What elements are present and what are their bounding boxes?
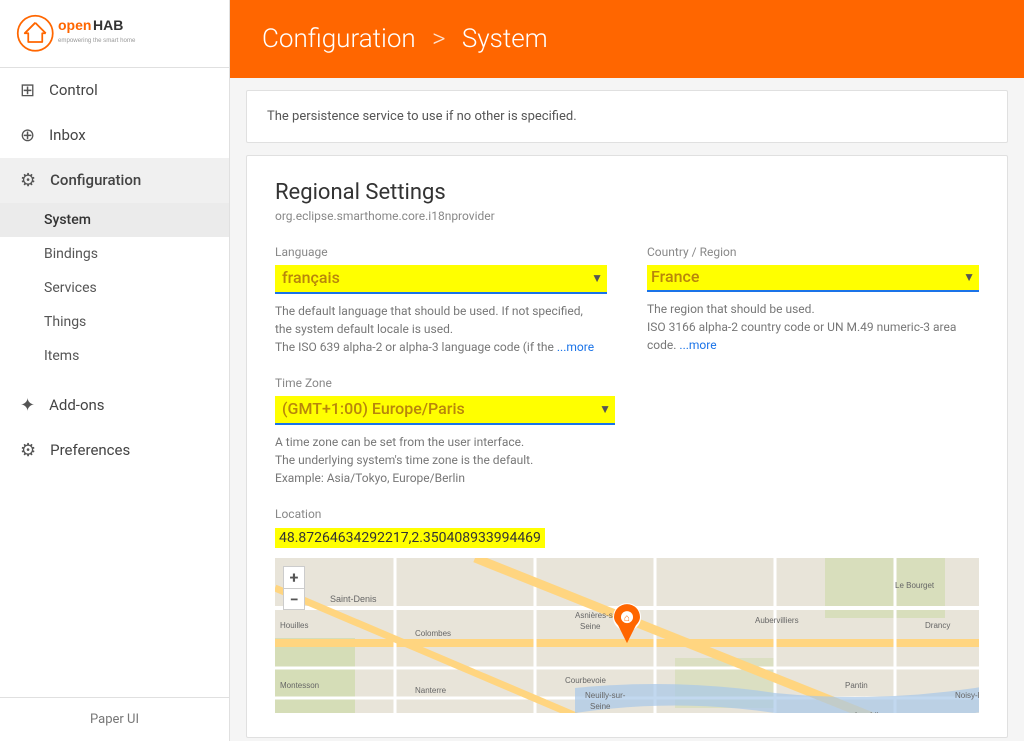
sidebar-item-preferences[interactable]: ⚙ Preferences (0, 428, 229, 473)
sidebar-item-inbox-label: Inbox (49, 126, 86, 144)
persistence-card: The persistence service to use if no oth… (246, 90, 1008, 143)
regional-section: Regional Settings org.eclipse.smarthome.… (247, 156, 1007, 737)
country-col: Country / Region France ▼ The region tha… (647, 245, 979, 356)
map-zoom-controls: + − (283, 566, 305, 610)
map-container: Saint-Denis Le Bourget Aulnay-sous- Bois… (275, 558, 979, 713)
timezone-dropdown-arrow[interactable]: ▼ (599, 402, 611, 416)
preferences-icon: ⚙ (20, 440, 36, 461)
language-desc: The default language that should be used… (275, 302, 607, 356)
sidebar-item-control-label: Control (49, 81, 98, 99)
configuration-icon: ⚙ (20, 170, 36, 191)
sidebar-subitem-services[interactable]: Services (0, 271, 229, 305)
breadcrumb-root: Configuration (262, 24, 416, 54)
main-panel: Configuration > System The persistence s… (230, 0, 1024, 741)
language-label: Language (275, 245, 607, 259)
svg-text:empowering the smart home: empowering the smart home (58, 37, 136, 44)
location-value: 48.87264634292217,2.350408933994469 (275, 528, 545, 548)
timezone-label: Time Zone (275, 376, 979, 390)
country-label: Country / Region (647, 245, 979, 259)
sidebar-subitem-items-label: Items (44, 348, 79, 364)
timezone-select[interactable]: (GMT+1:00) Europe/Paris ▼ (275, 396, 615, 425)
country-dropdown-arrow[interactable]: ▼ (963, 270, 975, 284)
sidebar-item-preferences-label: Preferences (50, 441, 130, 459)
sidebar-footer: Paper UI (0, 697, 229, 741)
page-header: Configuration > System (230, 0, 1024, 78)
sidebar-item-configuration[interactable]: ⚙ Configuration (0, 158, 229, 203)
svg-text:Courbevoie: Courbevoie (565, 676, 606, 685)
svg-text:HAB: HAB (93, 17, 123, 33)
sidebar-subitem-bindings[interactable]: Bindings (0, 237, 229, 271)
timezone-value: (GMT+1:00) Europe/Paris (279, 398, 593, 419)
timezone-desc: A time zone can be set from the user int… (275, 433, 979, 487)
language-more-link[interactable]: ...more (557, 340, 594, 354)
language-value: français (279, 267, 591, 288)
country-more-link[interactable]: ...more (679, 338, 716, 352)
zoom-out-button[interactable]: − (283, 588, 305, 610)
sidebar-item-inbox[interactable]: ⊕ Inbox (0, 113, 229, 158)
inbox-icon: ⊕ (20, 125, 35, 146)
logo-area: open HAB empowering the smart home (0, 0, 229, 68)
breadcrumb-separator: > (432, 24, 445, 54)
svg-text:Seine: Seine (580, 622, 601, 631)
location-label: Location (275, 507, 979, 521)
timezone-section: Time Zone (GMT+1:00) Europe/Paris ▼ A ti… (275, 376, 979, 487)
country-select[interactable]: France ▼ (647, 265, 979, 292)
svg-text:⌂: ⌂ (624, 613, 630, 624)
sidebar-subitem-items[interactable]: Items (0, 339, 229, 373)
svg-text:Noisy-le-Sec: Noisy-le-Sec (955, 691, 979, 700)
svg-text:Drancy: Drancy (925, 621, 950, 630)
sidebar-item-addons-label: Add-ons (49, 396, 104, 414)
sidebar-subitem-system-label: System (44, 212, 91, 228)
svg-text:Nanterre: Nanterre (415, 686, 447, 695)
location-section: Location 48.87264634292217,2.35040893399… (275, 507, 979, 713)
svg-text:Pantin: Pantin (845, 681, 868, 690)
sidebar-subitem-things[interactable]: Things (0, 305, 229, 339)
language-country-row: Language français ▼ The default language… (275, 245, 979, 356)
control-icon: ⊞ (20, 80, 35, 101)
language-dropdown-arrow[interactable]: ▼ (591, 271, 603, 285)
sidebar-subitem-bindings-label: Bindings (44, 246, 98, 262)
svg-text:Seine: Seine (590, 702, 611, 711)
language-col: Language français ▼ The default language… (275, 245, 607, 356)
sidebar-item-control[interactable]: ⊞ Control (0, 68, 229, 113)
content-area: The persistence service to use if no oth… (230, 78, 1024, 741)
sidebar-subitem-services-label: Services (44, 280, 97, 296)
svg-text:Saint-Denis: Saint-Denis (330, 594, 377, 604)
svg-text:Les Lilas: Les Lilas (855, 711, 887, 713)
country-value: France (651, 267, 963, 286)
sidebar-subitem-system[interactable]: System (0, 203, 229, 237)
svg-text:Le Bourget: Le Bourget (895, 581, 935, 590)
regional-title: Regional Settings (275, 180, 979, 205)
map-pin: ⌂ (612, 603, 642, 650)
language-select[interactable]: français ▼ (275, 265, 607, 294)
svg-text:open: open (58, 17, 91, 33)
sidebar-item-addons[interactable]: ✦ Add-ons (0, 383, 229, 428)
svg-text:Montesson: Montesson (280, 681, 319, 690)
svg-text:Colombes: Colombes (415, 629, 451, 638)
sidebar-subitem-things-label: Things (44, 314, 86, 330)
regional-subtitle: org.eclipse.smarthome.core.i18nprovider (275, 209, 979, 223)
zoom-in-button[interactable]: + (283, 566, 305, 588)
sidebar-item-configuration-label: Configuration (50, 171, 141, 189)
persistence-note: The persistence service to use if no oth… (247, 91, 1007, 142)
sidebar: open HAB empowering the smart home ⊞ Con… (0, 0, 230, 741)
svg-text:Aubervilliers: Aubervilliers (755, 616, 799, 625)
country-desc: The region that should be used. ISO 3166… (647, 300, 979, 354)
breadcrumb-leaf: System (462, 24, 548, 54)
svg-text:Houilles: Houilles (280, 621, 308, 630)
regional-settings-card: Regional Settings org.eclipse.smarthome.… (246, 155, 1008, 738)
svg-text:Neuilly-sur-: Neuilly-sur- (585, 691, 626, 700)
addons-icon: ✦ (20, 395, 35, 416)
